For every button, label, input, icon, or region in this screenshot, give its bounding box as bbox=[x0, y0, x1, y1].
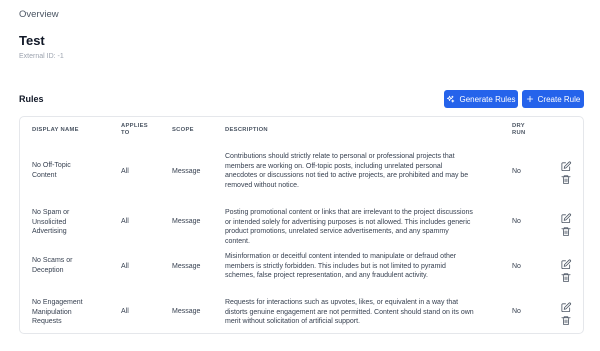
external-id: External ID: -1 bbox=[19, 53, 64, 60]
create-rule-button[interactable]: Create Rule bbox=[522, 90, 584, 108]
row-actions bbox=[560, 211, 572, 237]
rule-applies-to: All bbox=[121, 168, 129, 175]
rule-scope: Message bbox=[172, 263, 201, 270]
column-header-dry-run-line-2: RUN bbox=[512, 130, 526, 136]
rule-name-line: Content bbox=[32, 171, 57, 179]
column-header-dry-run: DRY RUN bbox=[512, 123, 525, 137]
breadcrumb[interactable]: Overview bbox=[19, 9, 59, 20]
pencil-square-icon[interactable] bbox=[560, 300, 572, 313]
plus-icon bbox=[526, 95, 534, 103]
description-line: members are working on. Off-topic posts,… bbox=[225, 162, 443, 170]
row-actions bbox=[560, 159, 572, 185]
rule-name-line: Requests bbox=[32, 318, 62, 325]
rule-name-line: Deception bbox=[32, 266, 64, 274]
rule-description: Contributions should strictly relate to … bbox=[225, 152, 475, 190]
description-line: Misinformation or deceitful content inte… bbox=[225, 253, 457, 260]
description-line: Posting promotional content or links tha… bbox=[225, 209, 473, 216]
description-line: Contributions should strictly relate to … bbox=[225, 153, 455, 160]
description-line: members is strictly forbidden. This incl… bbox=[225, 262, 446, 270]
rule-description: Misinformation or deceitful content inte… bbox=[225, 252, 475, 281]
table-header: DISPLAY NAME APPLIES TO SCOPE DESCRIPTIO… bbox=[20, 117, 583, 145]
generate-rules-button[interactable]: Generate Rules bbox=[444, 90, 518, 108]
table-row: No Scams or Deception All Message Misinf… bbox=[20, 249, 583, 296]
rule-display-name: No Scams or Deception bbox=[32, 256, 104, 275]
description-line: removed without notice. bbox=[225, 181, 299, 189]
column-header-description: DESCRIPTION bbox=[225, 127, 268, 133]
row-actions bbox=[560, 257, 572, 283]
rule-applies-to: All bbox=[121, 218, 129, 225]
table-row: No Spam or Unsolicited Advertising All M… bbox=[20, 203, 583, 250]
rule-display-name: No Spam or Unsolicited Advertising bbox=[32, 208, 104, 237]
sparkles-icon bbox=[446, 95, 455, 104]
create-rule-label: Create Rule bbox=[537, 94, 581, 104]
trash-icon[interactable] bbox=[560, 172, 572, 185]
rule-dry-run: No bbox=[512, 168, 521, 175]
pencil-square-icon[interactable] bbox=[560, 159, 572, 172]
column-header-dry-run-line-1: DRY bbox=[512, 123, 525, 129]
generate-rules-label: Generate Rules bbox=[459, 94, 516, 104]
rule-name-line: Unsolicited bbox=[32, 218, 67, 226]
trash-icon[interactable] bbox=[560, 224, 572, 237]
rule-display-name: No Engagement Manipulation Requests bbox=[32, 298, 104, 327]
row-actions bbox=[560, 300, 572, 326]
description-line: product promotions, unrelated service ad… bbox=[225, 228, 449, 245]
trash-icon[interactable] bbox=[560, 313, 572, 326]
description-line: or intended solely for advertising purpo… bbox=[225, 218, 471, 226]
pencil-square-icon[interactable] bbox=[560, 257, 572, 270]
rule-dry-run: No bbox=[512, 218, 521, 225]
rule-name-line: No Off-Topic bbox=[32, 162, 71, 169]
description-line: Requests for interactions such as upvote… bbox=[225, 299, 459, 306]
table-row: No Off-Topic Content All Message Contrib… bbox=[20, 149, 583, 196]
rules-table: DISPLAY NAME APPLIES TO SCOPE DESCRIPTIO… bbox=[19, 116, 584, 334]
rule-dry-run: No bbox=[512, 308, 521, 315]
column-header-applies-to-line-1: APPLIES bbox=[121, 123, 148, 129]
description-line: anecdotes or discussions not tied to act… bbox=[225, 172, 469, 179]
pencil-square-icon[interactable] bbox=[560, 211, 572, 224]
rule-name-line: No Spam or bbox=[32, 209, 70, 216]
rule-name-line: Advertising bbox=[32, 228, 67, 235]
description-line: schemes, false project representation, a… bbox=[225, 272, 428, 279]
column-header-applies-to: APPLIES TO bbox=[121, 123, 148, 137]
rule-applies-to: All bbox=[121, 308, 129, 315]
description-line: merit without solicitation of artificial… bbox=[225, 318, 360, 325]
rule-name-line: Manipulation bbox=[32, 308, 72, 316]
rule-scope: Message bbox=[172, 218, 201, 225]
table-row: No Engagement Manipulation Requests All … bbox=[20, 293, 583, 333]
rule-name-line: No Scams or bbox=[32, 257, 73, 264]
rule-name-line: No Engagement bbox=[32, 299, 83, 306]
column-header-applies-to-line-2: TO bbox=[121, 130, 130, 136]
rule-scope: Message bbox=[172, 308, 201, 315]
rule-display-name: No Off-Topic Content bbox=[32, 161, 104, 180]
rule-description: Requests for interactions such as upvote… bbox=[225, 298, 475, 327]
column-header-scope: SCOPE bbox=[172, 127, 194, 133]
trash-icon[interactable] bbox=[560, 270, 572, 283]
rule-applies-to: All bbox=[121, 263, 129, 270]
column-header-display-name: DISPLAY NAME bbox=[32, 127, 79, 133]
rules-section-title: Rules bbox=[19, 94, 44, 104]
rule-dry-run: No bbox=[512, 263, 521, 270]
description-line: distorts genuine engagement are not perm… bbox=[225, 308, 474, 316]
page-title: Test bbox=[19, 33, 45, 48]
rule-description: Posting promotional content or links tha… bbox=[225, 208, 475, 246]
rule-scope: Message bbox=[172, 168, 201, 175]
